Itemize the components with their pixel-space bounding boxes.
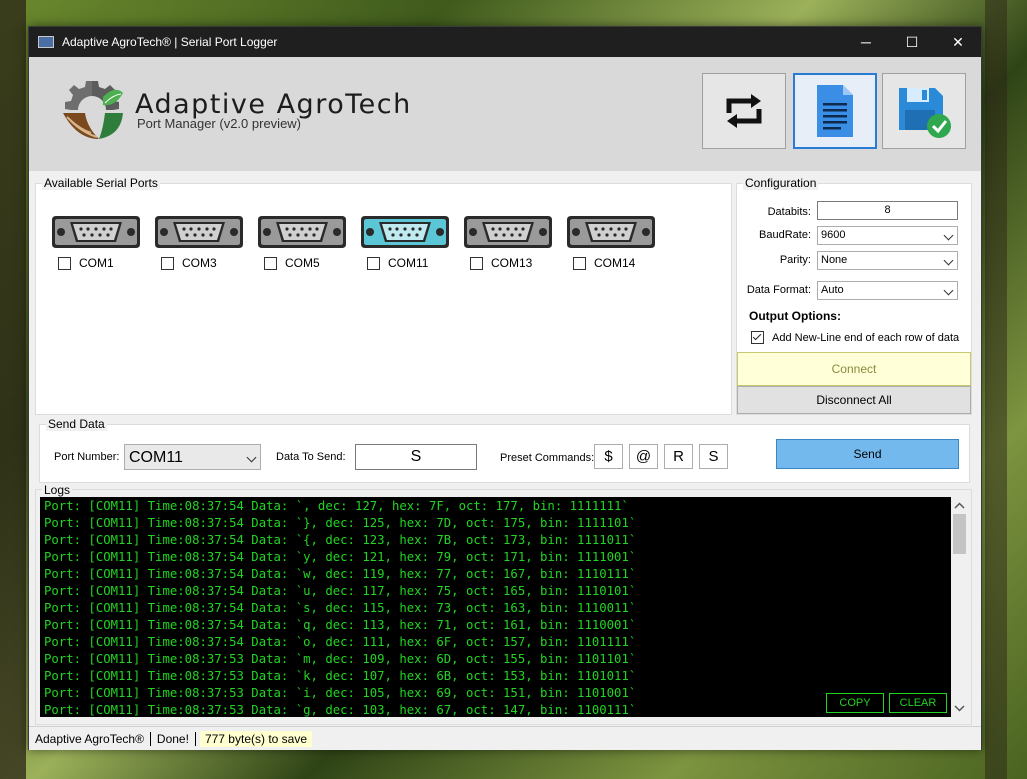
serial-port-icon bbox=[52, 216, 140, 248]
send-data-group: Send Data Port Number: COM11 Data To Sen… bbox=[39, 417, 970, 483]
port-checkbox[interactable] bbox=[367, 256, 380, 270]
app-icon bbox=[38, 36, 54, 48]
status-bytes: 777 byte(s) to save bbox=[199, 730, 313, 747]
log-line: Port: [COM11] Time:08:37:53 Data: `k, de… bbox=[44, 669, 637, 683]
save-icon bbox=[899, 88, 951, 138]
chevron-down-icon bbox=[943, 230, 954, 241]
baudrate-select[interactable]: 9600 bbox=[817, 226, 958, 245]
send-group-title: Send Data bbox=[46, 417, 107, 431]
log-line: Port: [COM11] Time:08:37:54 Data: `{, de… bbox=[44, 533, 637, 547]
config-group-title: Configuration bbox=[743, 176, 819, 190]
status-app-name: Adaptive AgroTech® bbox=[35, 731, 144, 746]
scrollbar-thumb[interactable] bbox=[953, 514, 966, 554]
chevron-down-icon bbox=[246, 452, 257, 463]
serial-port-icon bbox=[155, 216, 243, 248]
log-line: Port: [COM11] Time:08:37:54 Data: `u, de… bbox=[44, 584, 637, 598]
port-label: COM11 bbox=[388, 256, 429, 270]
log-line: Port: [COM11] Time:08:37:53 Data: `m, de… bbox=[44, 652, 637, 666]
parity-value: None bbox=[821, 254, 848, 266]
data-format-select[interactable]: Auto bbox=[817, 281, 958, 300]
data-format-label: Data Format: bbox=[746, 284, 811, 296]
newline-label: Add New-Line end of each row of data bbox=[772, 331, 960, 344]
preset-s-button[interactable]: S bbox=[699, 444, 728, 469]
log-lines: Port: [COM11] Time:08:37:54 Data: `, de… bbox=[44, 498, 636, 717]
document-icon bbox=[817, 85, 853, 137]
status-bar: Adaptive AgroTech® Done! 777 byte(s) to … bbox=[29, 726, 981, 750]
port-label: COM3 bbox=[182, 256, 217, 270]
log-scrollbar[interactable] bbox=[951, 497, 968, 717]
preset-commands-label: Preset Commands: bbox=[500, 452, 595, 464]
configuration-group: Configuration Databits: 8 BaudRate: 9600… bbox=[736, 176, 972, 415]
port-label: COM5 bbox=[285, 256, 320, 270]
port-checkbox[interactable] bbox=[161, 256, 174, 270]
log-line: Port: [COM11] Time:08:37:54 Data: `y, de… bbox=[44, 550, 637, 564]
clear-button[interactable]: CLEAR bbox=[889, 693, 947, 713]
header-panel: Adaptive AgroTech Port Manager (v2.0 pre… bbox=[29, 57, 981, 171]
databits-input[interactable]: 8 bbox=[817, 201, 958, 220]
copy-button[interactable]: COPY bbox=[826, 693, 884, 713]
log-line: Port: [COM11] Time:08:37:54 Data: `, de… bbox=[44, 499, 629, 513]
status-state: Done! bbox=[156, 731, 189, 746]
newline-checkbox[interactable] bbox=[751, 331, 764, 344]
data-to-send-label: Data To Send: bbox=[276, 451, 346, 463]
log-line: Port: [COM11] Time:08:37:54 Data: `o, de… bbox=[44, 635, 637, 649]
disconnect-all-button[interactable]: Disconnect All bbox=[737, 386, 971, 414]
preset-at-button[interactable]: @ bbox=[629, 444, 658, 469]
refresh-icon bbox=[726, 94, 762, 128]
connect-button[interactable]: Connect bbox=[737, 352, 971, 386]
log-output[interactable]: Port: [COM11] Time:08:37:54 Data: `, de… bbox=[40, 497, 968, 717]
title-bar[interactable]: Adaptive AgroTech® | Serial Port Logger … bbox=[29, 27, 981, 57]
preset-dollar-button[interactable]: $ bbox=[594, 444, 623, 469]
port-checkbox[interactable] bbox=[470, 256, 483, 270]
log-line: Port: [COM11] Time:08:37:53 Data: `g, de… bbox=[44, 703, 637, 717]
maximize-button[interactable]: ☐ bbox=[889, 27, 935, 57]
serial-port-icon bbox=[567, 216, 655, 248]
app-subtitle: Port Manager (v2.0 preview) bbox=[137, 116, 302, 131]
company-logo-icon bbox=[63, 81, 123, 139]
port-checkbox[interactable] bbox=[58, 256, 71, 270]
serial-port-icon bbox=[464, 216, 552, 248]
scroll-up-icon[interactable] bbox=[951, 499, 968, 513]
log-line: Port: [COM11] Time:08:37:53 Data: `i, de… bbox=[44, 686, 637, 700]
minimize-button[interactable]: ─ bbox=[843, 27, 889, 57]
scroll-down-icon[interactable] bbox=[951, 701, 968, 715]
port-label: COM13 bbox=[491, 256, 533, 270]
output-options-title: Output Options: bbox=[749, 309, 841, 323]
ports-group-title: Available Serial Ports bbox=[42, 176, 160, 190]
baudrate-value: 9600 bbox=[821, 229, 846, 241]
log-line: Port: [COM11] Time:08:37:54 Data: `}, de… bbox=[44, 516, 637, 530]
data-format-value: Auto bbox=[821, 284, 844, 296]
chevron-down-icon bbox=[943, 285, 954, 296]
save-button[interactable] bbox=[882, 73, 966, 149]
parity-select[interactable]: None bbox=[817, 251, 958, 270]
logs-group-title: Logs bbox=[42, 483, 73, 497]
log-line: Port: [COM11] Time:08:37:54 Data: `q, de… bbox=[44, 618, 637, 632]
port-checkbox[interactable] bbox=[264, 256, 277, 270]
newline-option[interactable]: Add New-Line end of each row of data bbox=[751, 331, 959, 344]
serial-port-icon bbox=[258, 216, 346, 248]
document-button[interactable] bbox=[793, 73, 877, 149]
data-to-send-input[interactable]: S bbox=[355, 444, 477, 470]
log-line: Port: [COM11] Time:08:37:54 Data: `s, de… bbox=[44, 601, 637, 615]
window-title: Adaptive AgroTech® | Serial Port Logger bbox=[62, 35, 278, 49]
log-line: Port: [COM11] Time:08:37:54 Data: `w, de… bbox=[44, 567, 637, 581]
port-label: COM1 bbox=[79, 256, 114, 270]
send-button[interactable]: Send bbox=[776, 439, 959, 469]
available-ports-group: Available Serial Ports COM1 COM3 COM5 COM11… bbox=[35, 176, 732, 415]
serial-port-icon bbox=[361, 216, 449, 248]
parity-label: Parity: bbox=[779, 254, 811, 266]
chevron-down-icon bbox=[943, 255, 954, 266]
databits-label: Databits: bbox=[767, 206, 811, 218]
preset-r-button[interactable]: R bbox=[664, 444, 693, 469]
port-number-select[interactable]: COM11 bbox=[124, 444, 261, 470]
port-number-value: COM11 bbox=[129, 449, 183, 466]
port-number-label: Port Number: bbox=[54, 451, 120, 463]
baudrate-label: BaudRate: bbox=[759, 229, 811, 241]
port-checkbox[interactable] bbox=[573, 256, 586, 270]
port-label: COM14 bbox=[594, 256, 636, 270]
refresh-button[interactable] bbox=[702, 73, 786, 149]
main-window: Adaptive AgroTech® | Serial Port Logger … bbox=[28, 26, 982, 750]
close-button[interactable]: ✕ bbox=[935, 27, 981, 57]
